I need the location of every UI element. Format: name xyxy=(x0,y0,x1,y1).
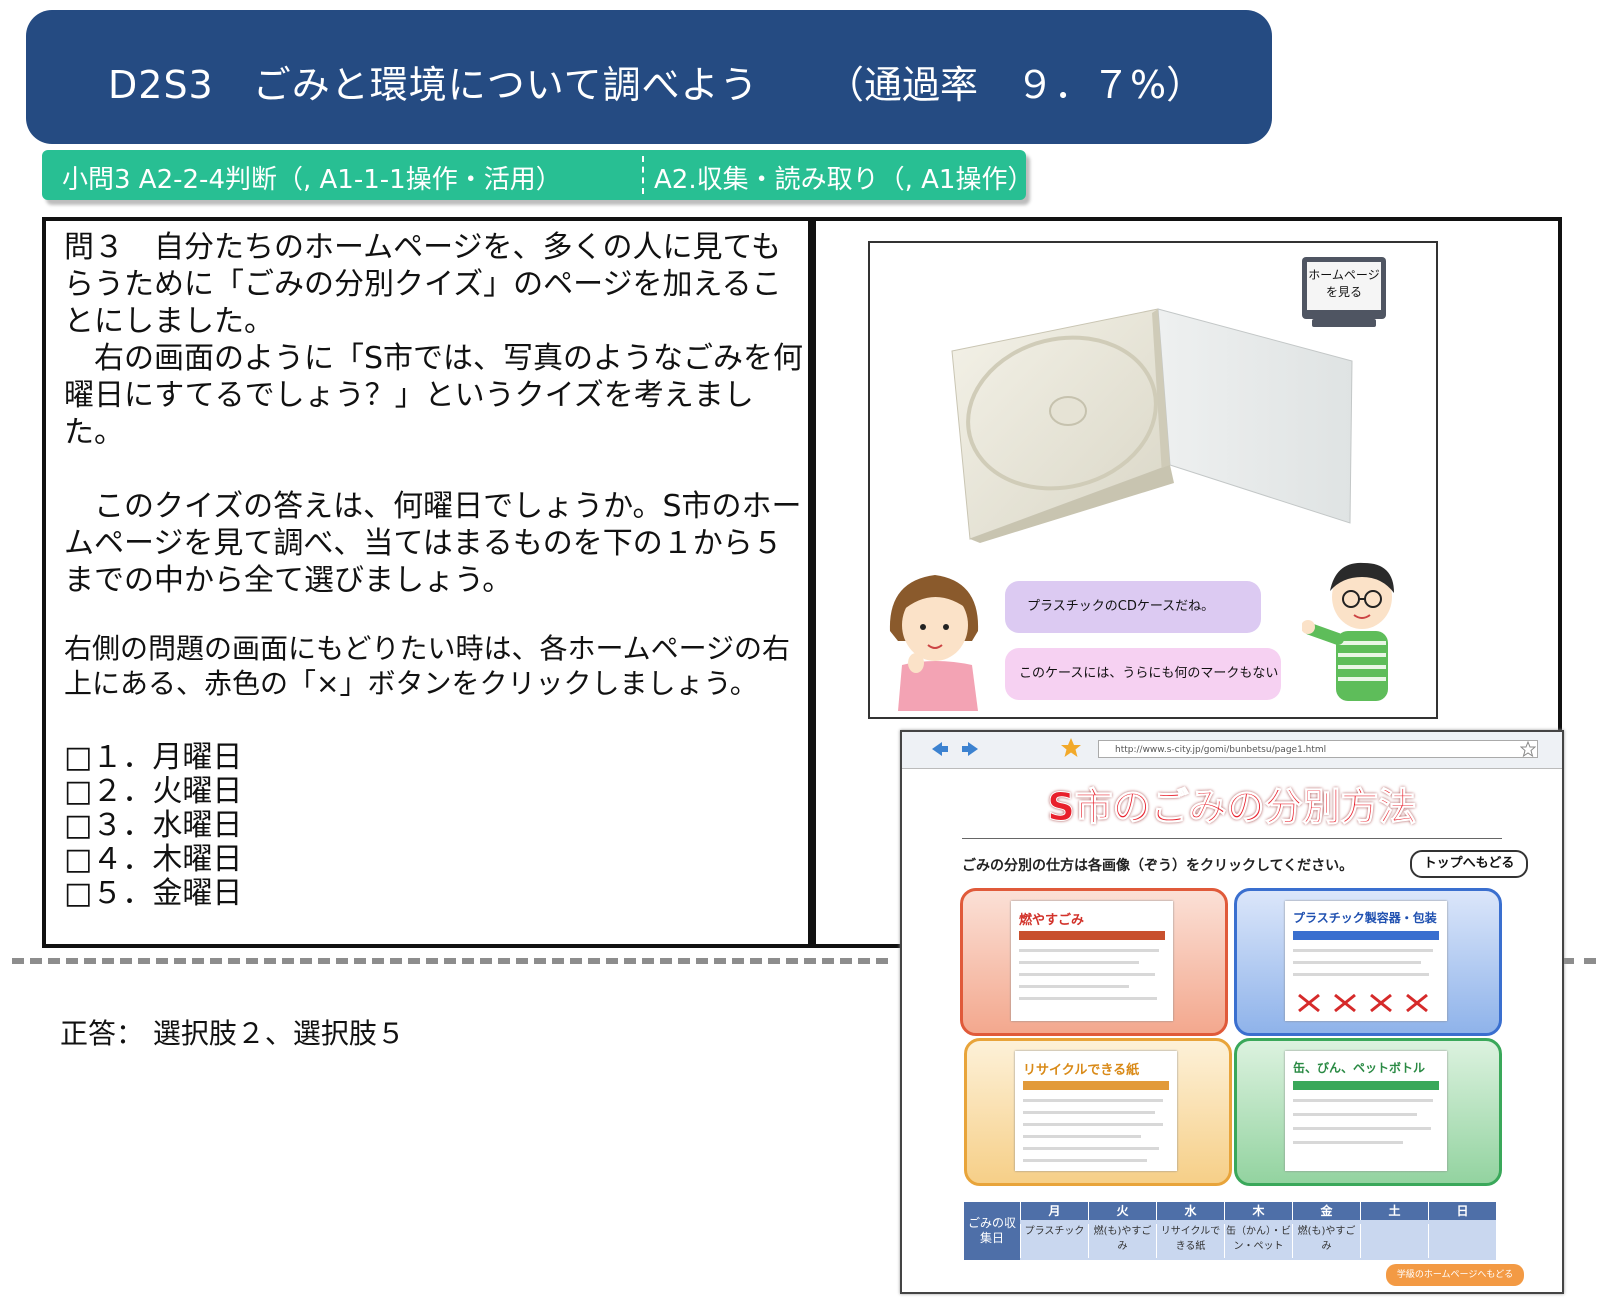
panel-line xyxy=(1293,949,1433,952)
panel-plastic-header-band xyxy=(1293,931,1439,940)
favorite-star-icon[interactable] xyxy=(1060,737,1082,759)
panel-line xyxy=(1023,1123,1163,1126)
panel-line xyxy=(1023,1147,1159,1150)
girl-character-illustration xyxy=(889,575,979,711)
panel-plastic-packaging[interactable]: プラスチック製容器・包装 xyxy=(1234,888,1502,1036)
panel-line xyxy=(1019,997,1157,1000)
panel-line xyxy=(1019,985,1129,988)
browser-toolbar: http://www.s-city.jp/gomi/bunbetsu/page1… xyxy=(902,732,1562,769)
choice-2[interactable]: □２．火曜日 xyxy=(64,775,242,809)
title-underline xyxy=(962,838,1502,839)
panel-line xyxy=(1293,1127,1431,1130)
choice-3[interactable]: □３．水曜日 xyxy=(64,809,242,843)
panel-cans-bottles[interactable]: 缶、びん、ペットボトル xyxy=(1234,1038,1502,1186)
schedule-day-thu: 木 xyxy=(1224,1202,1292,1220)
panel-line xyxy=(1293,973,1429,976)
panel-paper-title: リサイクルできる紙 xyxy=(1023,1063,1140,1078)
question-panel: 問３ 自分たちのホームページを、多くの人に見てもらうために「ごみの分別クイズ」の… xyxy=(42,217,812,948)
view-homepage-label-line2: を見る xyxy=(1325,285,1362,299)
panel-line xyxy=(1019,973,1155,976)
panel-line xyxy=(1023,1159,1147,1162)
back-arrow-icon[interactable] xyxy=(928,738,950,760)
correct-answer: 正答： 選択肢２、選択肢５ xyxy=(60,1017,405,1050)
panel-burnable-waste[interactable]: 燃やすごみ xyxy=(960,888,1228,1036)
panel-line xyxy=(1023,1135,1141,1138)
speech-bubble-1: プラスチックのCDケースだね。 xyxy=(1005,581,1261,633)
schedule-item-fri: 燃(も)やすごみ xyxy=(1292,1224,1360,1258)
forward-arrow-icon[interactable] xyxy=(960,738,982,760)
panel-burnable-doc: 燃やすごみ xyxy=(1011,901,1173,1021)
question-paragraph-1: 問３ 自分たちのホームページを、多くの人に見てもらうために「ごみの分別クイズ」の… xyxy=(64,230,782,339)
panel-paper-header-band xyxy=(1023,1081,1169,1090)
choice-5[interactable]: □５．金曜日 xyxy=(64,877,242,911)
section-divider-left xyxy=(12,958,888,964)
city-website-window: http://www.s-city.jp/gomi/bunbetsu/page1… xyxy=(900,730,1564,1294)
panel-plastic-title: プラスチック製容器・包装 xyxy=(1293,911,1437,925)
schedule-day-mon: 月 xyxy=(1020,1202,1088,1220)
schedule-item-wed: リサイクルできる紙 xyxy=(1156,1224,1224,1258)
view-homepage-label: ホームページ を見る xyxy=(1307,262,1381,310)
schedule-day-sun: 日 xyxy=(1428,1202,1496,1220)
question-paragraph-2: 右の画面のように「S市では、写真のようなごみを何曜日にすてるでしょう？」というク… xyxy=(64,341,804,450)
panel-paper-doc: リサイクルできる紙 xyxy=(1015,1051,1177,1171)
panel-line xyxy=(1293,961,1421,964)
site-title: S市のごみの分別方法 xyxy=(1047,785,1417,830)
question-tag-bar: 小問3 A2-2-4判断（, A1-1-1操作・活用） A2.収集・読み取り（,… xyxy=(42,150,1033,200)
speech-bubble-2: このケースには、うらにも何のマークもないよ。 xyxy=(1005,648,1281,700)
back-to-class-page-button[interactable]: 学級のホームページへもどる xyxy=(1386,1264,1524,1286)
panel-line xyxy=(1023,1111,1155,1114)
panel-line xyxy=(1023,1099,1163,1102)
panel-line xyxy=(1293,1099,1433,1102)
view-homepage-button[interactable]: ホームページ を見る xyxy=(1302,257,1386,319)
tag-right-label: A2.収集・読み取り（, A1操作） xyxy=(654,165,1034,195)
panel-cans-header-band xyxy=(1293,1081,1439,1090)
tag-divider xyxy=(642,156,644,194)
panel-burnable-header-band xyxy=(1019,931,1165,940)
schedule-day-fri: 金 xyxy=(1292,1202,1360,1220)
collection-schedule-table: ごみの収集日 月 火 水 木 金 土 日 プラスチック 燃(も)やすごみ リサイ… xyxy=(964,1202,1496,1260)
schedule-item-sat xyxy=(1360,1224,1428,1258)
panel-cans-doc: 缶、びん、ペットボトル xyxy=(1285,1051,1447,1171)
panel-recyclable-paper[interactable]: リサイクルできる紙 xyxy=(964,1038,1232,1186)
question-text: 問３ 自分たちのホームページを、多くの人に見てもらうために「ごみの分別クイズ」の… xyxy=(64,229,804,599)
schedule-item-sun xyxy=(1428,1224,1496,1258)
monitor-stand-icon xyxy=(1312,319,1376,327)
schedule-item-mon: プラスチック xyxy=(1020,1224,1088,1258)
address-bar[interactable]: http://www.s-city.jp/gomi/bunbetsu/page1… xyxy=(1098,740,1538,758)
question-paragraph-3: このクイズの答えは、何曜日でしょうか。S市のホームページを見て調べ、当てはまるも… xyxy=(64,489,802,598)
pass-rate: （通過率 ９．７%） xyxy=(826,63,1205,107)
panel-burnable-title: 燃やすごみ xyxy=(1019,913,1085,928)
bookmark-star-icon[interactable] xyxy=(1520,741,1536,757)
panel-plastic-doc: プラスチック製容器・包装 xyxy=(1285,901,1447,1021)
panel-line xyxy=(1019,949,1159,952)
panel-line xyxy=(1293,1113,1417,1116)
quiz-scene: ホームページ を見る プラスチックのCDケースだね。 このケースには、うらにも何… xyxy=(868,241,1438,719)
question-paragraph-blank xyxy=(64,451,804,488)
title-banner: D2S3 ごみと環境について調べよう （通過率 ９．７%） xyxy=(26,10,1272,144)
cross-marks-icon xyxy=(1298,993,1428,1013)
panel-line xyxy=(1293,1141,1403,1144)
choice-4[interactable]: □４．木曜日 xyxy=(64,843,242,877)
section-divider-right xyxy=(1562,958,1596,964)
schedule-item-tue: 燃(も)やすごみ xyxy=(1088,1224,1156,1258)
panel-cans-title: 缶、びん、ペットボトル xyxy=(1293,1061,1426,1075)
boy-character-illustration xyxy=(1302,562,1394,701)
schedule-item-thu: 缶（かん）・ビン・ペット xyxy=(1224,1224,1292,1258)
choice-1[interactable]: □１．月曜日 xyxy=(64,741,242,775)
view-homepage-label-line1: ホームページ xyxy=(1308,268,1380,282)
question-note: 右側の問題の画面にもどりたい時は、各ホームページの右上にある、赤色の「×」ボタン… xyxy=(64,632,791,700)
site-instruction: ごみの分別の仕方は各画像（ぞう）をクリックしてください。 xyxy=(962,858,1354,874)
panel-line xyxy=(1019,961,1139,964)
schedule-day-wed: 水 xyxy=(1156,1202,1224,1220)
schedule-row-label: ごみの収集日 xyxy=(964,1202,1020,1260)
tag-left-label: 小問3 A2-2-4判断（, A1-1-1操作・活用） xyxy=(62,165,562,195)
schedule-day-tue: 火 xyxy=(1088,1202,1156,1220)
choice-list: □１．月曜日 □２．火曜日 □３．水曜日 □４．木曜日 □５．金曜日 xyxy=(64,741,242,911)
schedule-day-sat: 土 xyxy=(1360,1202,1428,1220)
back-to-top-button[interactable]: トップへもどる xyxy=(1410,850,1528,878)
page-title: D2S3 ごみと環境について調べよう xyxy=(108,63,759,107)
